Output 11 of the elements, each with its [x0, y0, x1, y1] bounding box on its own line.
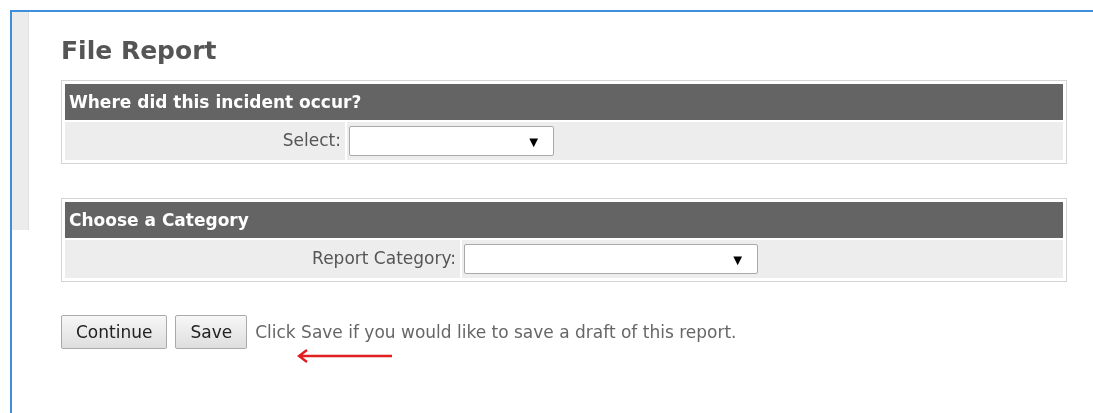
hint-text: Click Save if you would like to save a draft of this report. [255, 322, 737, 342]
field-label-cell: Report Category: [65, 240, 460, 278]
field-label-cell: Select: [65, 122, 345, 160]
form-button[interactable]: Continue [61, 315, 168, 349]
section-header: Choose a Category [65, 202, 1063, 238]
form-button[interactable]: Save [175, 315, 248, 349]
dropdown[interactable]: ▼ [464, 244, 758, 274]
section-header: Where did this incident occur? [65, 84, 1063, 120]
page-title: File Report [61, 36, 218, 67]
dropdown[interactable]: ▼ [349, 126, 554, 156]
arrow-icon [297, 349, 393, 363]
